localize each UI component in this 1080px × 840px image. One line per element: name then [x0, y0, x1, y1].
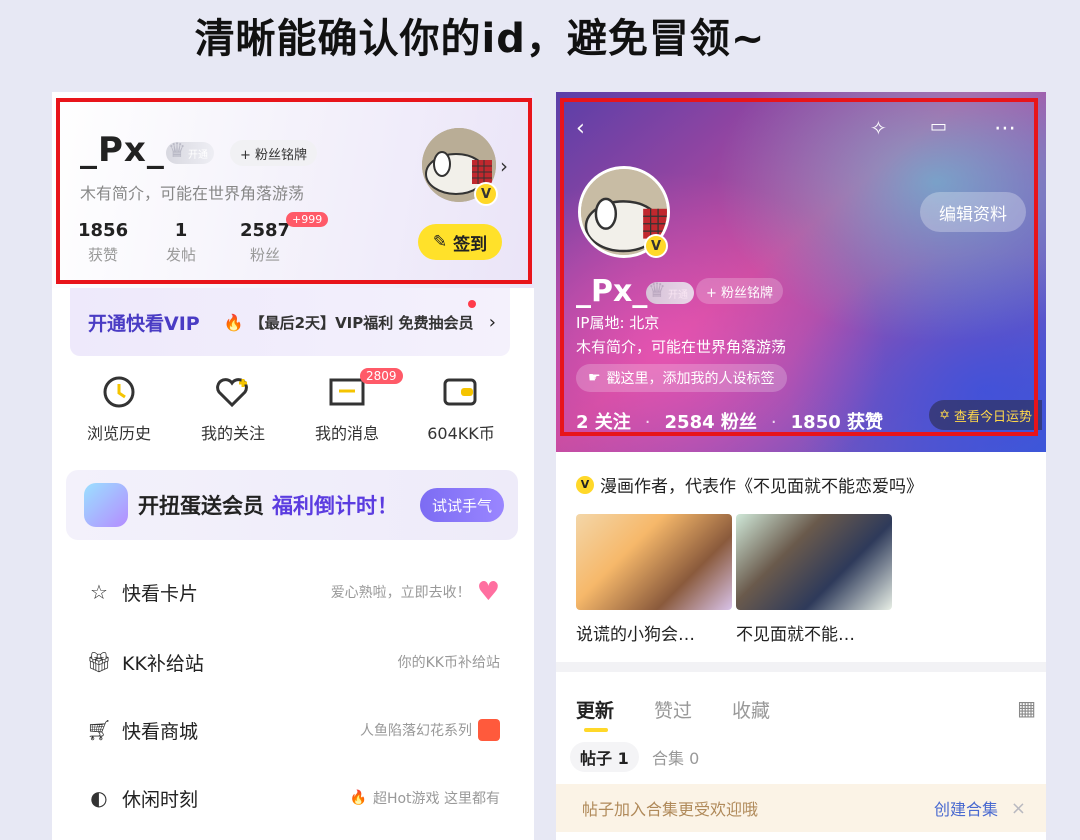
vip-arrow: ›	[488, 311, 496, 333]
content-tabs: 更新 赞过 收藏 ▦	[576, 696, 1036, 736]
pink-heart-icon: ♥	[476, 577, 500, 607]
work-card[interactable]: 说谎的小狗会…	[576, 514, 732, 645]
vip-title: 开通快看VIP	[88, 312, 200, 335]
shortcut-history[interactable]: 浏览历史	[64, 372, 174, 444]
collection-tip-bar: 帖子加入合集更受欢迎哦 创建合集 ×	[556, 784, 1046, 832]
close-icon[interactable]: ×	[1011, 798, 1026, 819]
menu-item-leisure[interactable]: ◐ 休闲时刻 🔥 超Hot游戏 这里都有	[66, 764, 518, 832]
highlight-box	[56, 98, 532, 284]
gacha-highlight: 福利倒计时！	[272, 494, 398, 518]
my-profile-panel: _Px_ ♛ 开通 + 粉丝铭牌 木有简介，可能在世界角落游荡 1856 获赞 1发…	[52, 92, 534, 840]
tab-favorites[interactable]: 收藏	[732, 696, 770, 723]
menu-list: ☆ 快看卡片 爱心熟啦，立即去收！ ♥ 🎁︎ KK补给站 你的KK币补给站 🛒︎ …	[66, 556, 518, 840]
menu-item-cards[interactable]: ☆ 快看卡片 爱心熟啦，立即去收！ ♥	[66, 558, 518, 626]
highlight-box	[560, 98, 1038, 436]
clock-icon	[64, 372, 174, 412]
caption: 清晰能确认你的id，避免冒领~	[194, 16, 766, 62]
shortcut-kk-coins[interactable]: 604KK币	[406, 372, 516, 444]
grid-view-icon[interactable]: ▦	[1017, 696, 1036, 720]
work-cover	[736, 514, 892, 610]
create-collection-link[interactable]: 创建合集	[934, 796, 998, 820]
gift-icon	[478, 719, 500, 741]
tab-updates[interactable]: 更新	[576, 696, 614, 723]
shortcut-following[interactable]: 我的关注	[178, 372, 288, 444]
capsule-icon	[84, 483, 128, 527]
heart-plus-icon	[178, 372, 288, 412]
card-icon: ☆	[90, 580, 108, 604]
fire-icon: 🔥	[223, 312, 244, 332]
gacha-title: 开扭蛋送会员	[138, 494, 264, 518]
menu-item-mall[interactable]: 🛒︎ 快看商城 人鱼陷落幻花系列	[66, 696, 518, 764]
cart-icon: 🛒︎	[86, 718, 112, 742]
vip-message: 【最后2天】VIP福利 免费抽会员	[249, 313, 474, 332]
shortcut-row: 浏览历史 我的关注 我的消息 2809 604KK币	[52, 368, 534, 452]
notification-dot	[468, 300, 476, 308]
fire-icon: 🔥	[349, 790, 367, 806]
public-profile-panel: ‹ ✧ ▭ ⋯ V 编辑资料 _Px_ ♛ 开通 + 粉丝铭牌 IP属地: 北京 …	[556, 92, 1046, 840]
active-tab-indicator	[584, 728, 608, 732]
wallet-icon	[406, 372, 516, 412]
work-card[interactable]: 不见面就不能…	[736, 514, 892, 645]
gacha-banner[interactable]: 开扭蛋送会员 福利倒计时！ 试试手气	[66, 470, 518, 540]
try-luck-button[interactable]: 试试手气	[419, 488, 504, 522]
subtab-collections[interactable]: 合集 0	[652, 742, 699, 772]
messages-count-badge: 2809	[360, 368, 403, 384]
gamepad-icon: ◐	[90, 786, 108, 810]
vip-banner[interactable]: 开通快看VIP 🔥 【最后2天】VIP福利 免费抽会员 ›	[70, 288, 510, 356]
verified-icon: V	[576, 475, 594, 494]
gift-box-icon: 🎁︎	[86, 650, 112, 674]
subtab-posts[interactable]: 帖子 1	[570, 742, 639, 772]
work-cover	[576, 514, 732, 610]
tab-liked[interactable]: 赞过	[654, 696, 692, 723]
author-intro: V 漫画作者，代表作《不见面就不能恋爱吗》	[576, 472, 923, 497]
menu-item-kk-supply[interactable]: 🎁︎ KK补给站 你的KK币补给站	[66, 628, 518, 696]
divider	[556, 662, 1046, 672]
